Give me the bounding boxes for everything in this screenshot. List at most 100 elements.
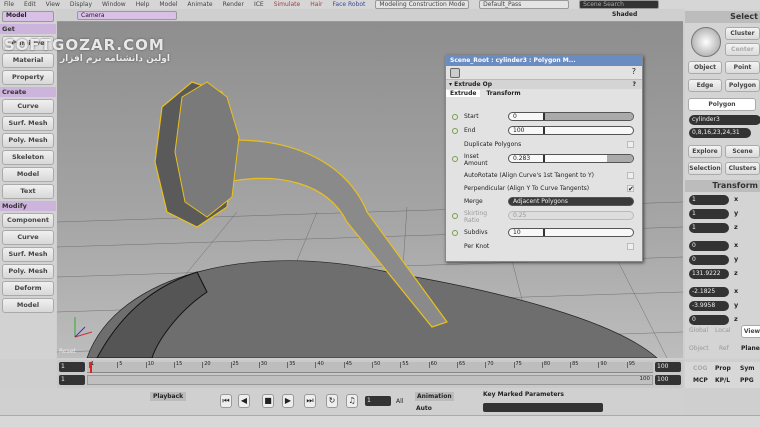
left-button-curve[interactable]: Curve (2, 230, 54, 245)
view-button[interactable]: View (741, 325, 760, 338)
left-button-poly-mesh[interactable]: Poly. Mesh (2, 133, 54, 148)
menu-file[interactable]: File (4, 0, 14, 9)
scene-search-input[interactable]: Scene Search (579, 0, 660, 9)
sym-button[interactable]: Sym (740, 365, 754, 372)
cog-button[interactable]: COG (693, 365, 707, 372)
key-marked-button[interactable]: Key Marked Parameters (483, 391, 564, 398)
section-title[interactable]: Extrude Op (454, 81, 492, 88)
prev-frame-button[interactable]: ◀ (238, 394, 250, 408)
animate-icon[interactable] (452, 128, 458, 134)
left-button-surf-mesh[interactable]: Surf. Mesh (2, 247, 54, 262)
animation-menu[interactable]: Animation (415, 392, 454, 401)
last-frame-button[interactable]: ⏭ (304, 394, 316, 408)
translate-x-field[interactable]: -2.1825 (689, 287, 729, 297)
menu-window[interactable]: Window (102, 0, 126, 9)
menu-render[interactable]: Render (223, 0, 244, 9)
menu-help[interactable]: Help (136, 0, 150, 9)
all-button[interactable]: All (396, 398, 403, 405)
ref-button[interactable]: Ref (719, 345, 729, 352)
skirting-slider[interactable]: 0.25 (508, 211, 634, 220)
timeline-start-field[interactable]: 1 (59, 362, 85, 372)
scale-y-field[interactable]: 1 (689, 209, 729, 219)
component-list[interactable]: 0,8,16,23,24,31 (689, 128, 751, 138)
translate-y-field[interactable]: -3.9958 (689, 301, 729, 311)
menu-display[interactable]: Display (70, 0, 92, 9)
menu-hair[interactable]: Hair (310, 0, 322, 9)
mcp-button[interactable]: MCP (693, 377, 708, 384)
audio-button[interactable]: ♫ (346, 394, 358, 408)
edge-button[interactable]: Edge (688, 79, 722, 92)
ppg-button[interactable]: PPG (740, 377, 754, 384)
left-button-deform[interactable]: Deform (2, 281, 54, 296)
lock-icon[interactable] (450, 68, 460, 78)
range-start-field[interactable]: 1 (59, 375, 85, 385)
menu-model[interactable]: Model (159, 0, 177, 9)
reset-label[interactable]: Reset (59, 348, 76, 355)
timeline[interactable]: 1 1 5 10 15 20 25 30 35 40 45 50 55 60 65 70 75 80 85 90 95… (57, 360, 683, 388)
stop-button[interactable]: ■ (262, 394, 274, 408)
left-button-text[interactable]: Text (2, 184, 54, 199)
playback-menu[interactable]: Playback (150, 392, 187, 401)
subdivs-slider[interactable]: 10 (508, 228, 634, 237)
prop-button[interactable]: Prop (715, 365, 731, 372)
left-button-property[interactable]: Property (2, 70, 54, 85)
left-button-skeleton[interactable]: Skeleton (2, 150, 54, 165)
scene-button[interactable]: Scene (725, 145, 760, 158)
animate-icon[interactable] (452, 114, 458, 120)
tab-transform[interactable]: Transform (482, 90, 524, 97)
perknot-checkbox[interactable] (627, 243, 634, 250)
left-button-material[interactable]: Material (2, 53, 54, 68)
duplicate-checkbox[interactable] (627, 141, 634, 148)
range-end-field[interactable]: 100 (655, 375, 681, 385)
help-icon[interactable]: ? (632, 67, 636, 76)
menu-edit[interactable]: Edit (24, 0, 36, 9)
tab-extrude[interactable]: Extrude (446, 90, 481, 97)
rotate-y-field[interactable]: 0 (689, 255, 729, 265)
merge-select[interactable]: Adjacent Polygons (508, 197, 634, 206)
range-slider[interactable]: 100 (87, 375, 653, 385)
scale-x-field[interactable]: 1 (689, 195, 729, 205)
end-slider[interactable]: 100 (508, 126, 634, 135)
animate-icon[interactable] (452, 230, 458, 236)
menu-ice[interactable]: ICE (254, 0, 264, 9)
menu-simulate[interactable]: Simulate (274, 0, 301, 9)
section-help[interactable]: ? (633, 80, 636, 89)
menu-animate[interactable]: Animate (187, 0, 212, 9)
loop-button[interactable]: ↻ (326, 394, 338, 408)
local-button[interactable]: Local (715, 327, 731, 334)
animate-icon[interactable] (452, 213, 458, 219)
translate-z-field[interactable]: 0 (689, 315, 729, 325)
play-button[interactable]: ▶ (282, 394, 294, 408)
left-button-curve[interactable]: Curve (2, 99, 54, 114)
rotate-x-field[interactable]: 0 (689, 241, 729, 251)
selection-button[interactable]: Selection (688, 162, 722, 175)
camera-select[interactable]: Camera (77, 11, 177, 20)
current-frame-field[interactable]: 1 (365, 396, 391, 406)
construction-mode-select[interactable]: Modeling Construction Mode (375, 0, 470, 9)
first-frame-button[interactable]: ⏮ (220, 394, 232, 408)
point-button[interactable]: Point (725, 61, 760, 74)
animate-icon[interactable] (452, 156, 458, 162)
auto-key-button[interactable]: Auto (416, 405, 432, 412)
time-ruler[interactable]: 1 5 10 15 20 25 30 35 40 45 50 55 60 65 70 75 80 85 90 95 (87, 362, 653, 373)
left-button-poly-mesh[interactable]: Poly. Mesh (2, 264, 54, 279)
perpendicular-checkbox[interactable]: ✔ (627, 185, 634, 193)
ppg-title[interactable]: Scene_Root : cylinder3 : Polygon M... (446, 56, 642, 66)
menu-face-robot[interactable]: Face Robot (333, 0, 366, 9)
start-slider[interactable]: 0 (508, 112, 634, 121)
left-button-model[interactable]: Model (2, 298, 54, 313)
cluster-button[interactable]: Cluster (725, 27, 760, 40)
plane-button[interactable]: Plane (741, 345, 760, 352)
selection-name[interactable]: cylinder3 (689, 115, 760, 125)
scale-z-field[interactable]: 1 (689, 223, 729, 233)
autorotate-checkbox[interactable] (627, 172, 634, 179)
timeline-end-field[interactable]: 100 (655, 362, 681, 372)
kp-button[interactable]: KP/L (715, 377, 730, 384)
object-ref-button[interactable]: Object (689, 345, 709, 352)
select-arrow-button[interactable] (691, 27, 721, 57)
keying-set-field[interactable] (483, 403, 603, 412)
polygon-button[interactable]: Polygon (725, 79, 760, 92)
center-button[interactable]: Center (725, 43, 760, 56)
inset-slider[interactable]: 0.283 (508, 154, 634, 163)
pass-select[interactable]: Default_Pass (479, 0, 570, 9)
